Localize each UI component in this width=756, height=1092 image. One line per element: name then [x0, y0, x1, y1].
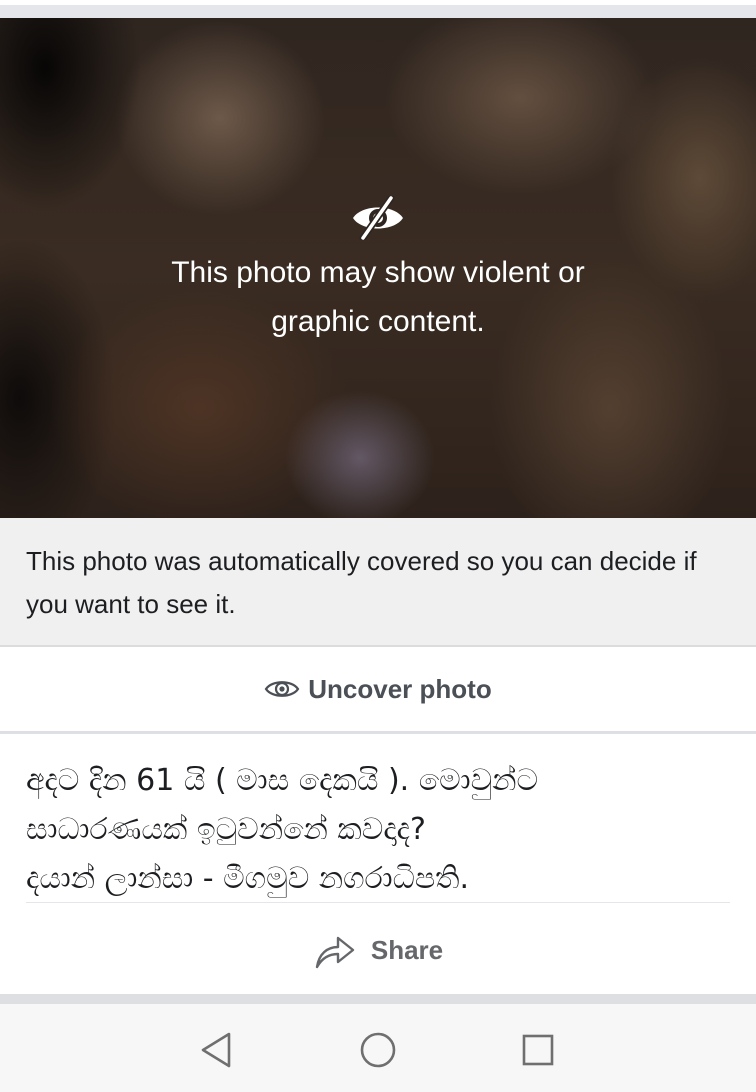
divider	[0, 731, 756, 734]
divider	[26, 902, 730, 903]
post-text-line: සාධාරණයක් ඉටුවන්නේ කවදාද?	[26, 812, 426, 847]
post-text-line: දයාන් ලාන්සා - මීගමුව නගරාධිපති.	[26, 861, 470, 896]
divider	[0, 994, 756, 1004]
graphic-content-warning: This photo may show violent or graphic c…	[171, 256, 585, 338]
post-text: අදට දින 61 යි ( මාස දෙකයි ). මොවුන්ට සාධ…	[26, 756, 726, 903]
back-button[interactable]	[194, 1028, 238, 1072]
top-separator	[0, 0, 756, 18]
share-label: Share	[370, 934, 444, 965]
system-navigation-bar	[0, 1004, 756, 1092]
home-circle-icon	[360, 1032, 396, 1068]
share-button[interactable]: Share	[0, 906, 756, 994]
uncover-photo-button[interactable]: Uncover photo	[0, 647, 756, 731]
sensitive-content-overlay: This photo may show violent or graphic c…	[0, 18, 756, 518]
back-triangle-icon	[201, 1032, 231, 1068]
post-text-line: අදට දින 61 යි ( මාස දෙකයි ). මොවුන්ට	[26, 763, 539, 798]
eye-icon	[264, 681, 300, 697]
auto-cover-notice: This photo was automatically covered so …	[0, 518, 756, 646]
eye-slash-icon	[353, 196, 403, 240]
recents-square-icon	[522, 1034, 554, 1066]
recents-button[interactable]	[516, 1028, 560, 1072]
share-arrow-icon	[315, 936, 355, 969]
covered-photo[interactable]: This photo may show violent or graphic c…	[0, 18, 756, 518]
uncover-photo-label: Uncover photo	[308, 673, 492, 704]
home-button[interactable]	[356, 1028, 400, 1072]
